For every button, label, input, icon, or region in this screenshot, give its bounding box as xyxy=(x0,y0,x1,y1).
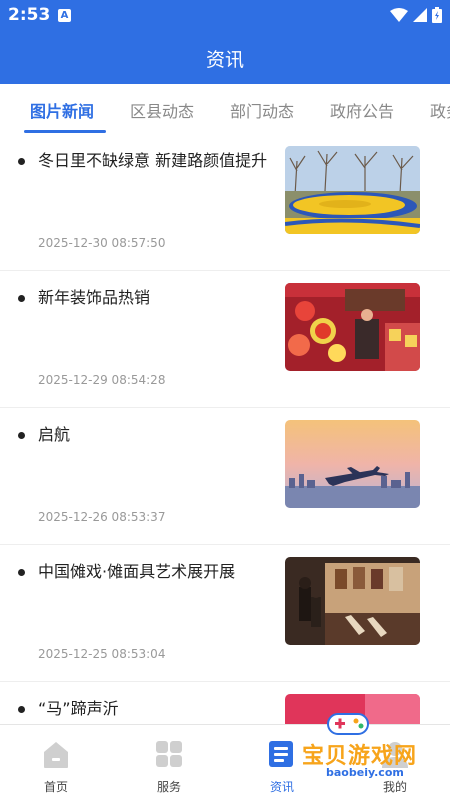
news-date: 2025-12-25 08:53:04 xyxy=(38,647,166,661)
grid-icon xyxy=(156,741,182,767)
news-thumbnail-park[interactable] xyxy=(285,146,420,234)
bullet-dot xyxy=(18,432,25,439)
tab-government-notice[interactable]: 政府公告 xyxy=(330,98,394,122)
news-title: 冬日里不缺绿意 新建路颜值提升 xyxy=(38,151,268,170)
tab-department-news[interactable]: 部门动态 xyxy=(230,98,294,122)
nav-label: 服务 xyxy=(156,780,181,794)
home-icon xyxy=(44,742,68,768)
news-item[interactable]: 启航 2025-12-26 08:53:37 xyxy=(0,408,450,545)
tab-county-news[interactable]: 区县动态 xyxy=(130,98,194,122)
news-title: 新年装饰品热销 xyxy=(38,288,151,307)
tab-government-affairs[interactable]: 政务 xyxy=(430,98,450,122)
news-date: 2025-12-26 08:53:37 xyxy=(38,510,166,524)
app-bar: 资讯 xyxy=(0,32,450,84)
news-list: 冬日里不缺绿意 新建路颜值提升 2025-12-30 08:57:50 新年装饰… xyxy=(0,134,450,724)
signal-icon xyxy=(413,8,427,22)
battery-icon xyxy=(432,7,442,23)
news-item[interactable]: 中国傩戏·傩面具艺术展开展 2025-12-25 08:53:04 xyxy=(0,545,450,682)
nav-services[interactable]: 服务 xyxy=(129,735,209,795)
status-bar: 2:53 A xyxy=(0,0,450,32)
bullet-dot xyxy=(18,706,25,713)
watermark-logo: 宝贝游戏网 baobeiy.com xyxy=(282,706,422,786)
watermark-url: baobeiy.com xyxy=(326,766,404,779)
news-thumbnail-exhibition[interactable] xyxy=(285,557,420,645)
bullet-dot xyxy=(18,569,25,576)
tab-picture-news[interactable]: 图片新闻 xyxy=(30,98,94,122)
status-time: 2:53 xyxy=(8,5,51,25)
gamepad-icon xyxy=(327,713,369,735)
nav-label: 首页 xyxy=(43,780,68,794)
bullet-dot xyxy=(18,295,25,302)
news-title: 启航 xyxy=(38,425,71,444)
news-title: 中国傩戏·傩面具艺术展开展 xyxy=(38,562,236,581)
news-date: 2025-12-30 08:57:50 xyxy=(38,236,166,250)
active-tab-indicator xyxy=(24,130,106,133)
bullet-dot xyxy=(18,158,25,165)
nav-home[interactable]: 首页 xyxy=(16,735,96,795)
news-item[interactable]: 冬日里不缺绿意 新建路颜值提升 2025-12-30 08:57:50 xyxy=(0,134,450,271)
news-thumbnail-market[interactable] xyxy=(285,283,420,371)
news-item[interactable]: 新年装饰品热销 2025-12-29 08:54:28 xyxy=(0,271,450,408)
category-tabs: 图片新闻 区县动态 部门动态 政府公告 政务 xyxy=(0,84,450,134)
news-title: “马”蹄声沂 xyxy=(38,699,119,718)
wifi-icon xyxy=(390,8,408,22)
page-title: 资讯 xyxy=(205,49,244,71)
news-thumbnail-airplane[interactable] xyxy=(285,420,420,508)
news-date: 2025-12-29 08:54:28 xyxy=(38,373,166,387)
notification-icon: A xyxy=(58,9,71,22)
